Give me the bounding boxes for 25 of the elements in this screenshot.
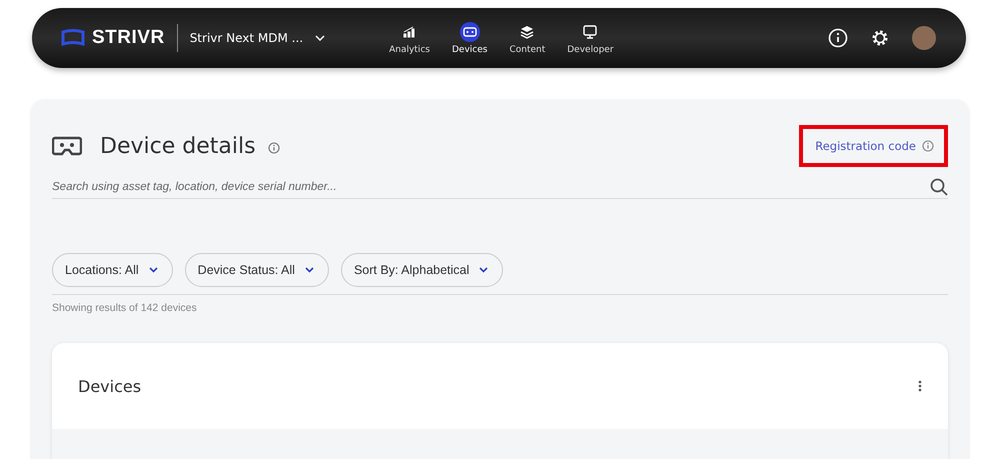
nav-tab[interactable]: Content (509, 22, 546, 54)
headset-logo-icon (60, 29, 86, 47)
filter-dropdown[interactable]: Device Status: All (184, 253, 329, 287)
page-title: Device details (100, 134, 256, 158)
chevron-down-icon (315, 35, 326, 41)
nav-tab[interactable]: Developer (567, 22, 614, 54)
chevron-down-icon (148, 267, 158, 273)
headset-icon (460, 22, 480, 42)
brand-name: STRIVR (92, 27, 165, 49)
workspace-dropdown[interactable]: Strivr Next MDM ... (190, 31, 326, 45)
filter-dropdown[interactable]: Sort By: Alphabetical (340, 253, 504, 287)
nav-tab[interactable]: Analytics (389, 22, 430, 54)
settings-icon[interactable] (870, 28, 890, 48)
card-title: Devices (78, 376, 142, 396)
user-avatar[interactable] (912, 26, 936, 50)
results-count: Showing results of 142 devices (52, 302, 198, 314)
headset-icon (52, 136, 82, 156)
nav-tab[interactable]: Devices (452, 22, 488, 54)
registration-code-link[interactable]: Registration code (815, 139, 916, 153)
more-options-icon[interactable] (918, 380, 922, 392)
search-icon[interactable] (930, 178, 948, 196)
search-field[interactable]: Search using asset tag, location, device serial number... (52, 181, 930, 193)
chevron-down-icon (479, 267, 488, 273)
filter-dropdown[interactable]: Locations: All (52, 253, 173, 287)
chevron-down-icon (304, 267, 314, 273)
